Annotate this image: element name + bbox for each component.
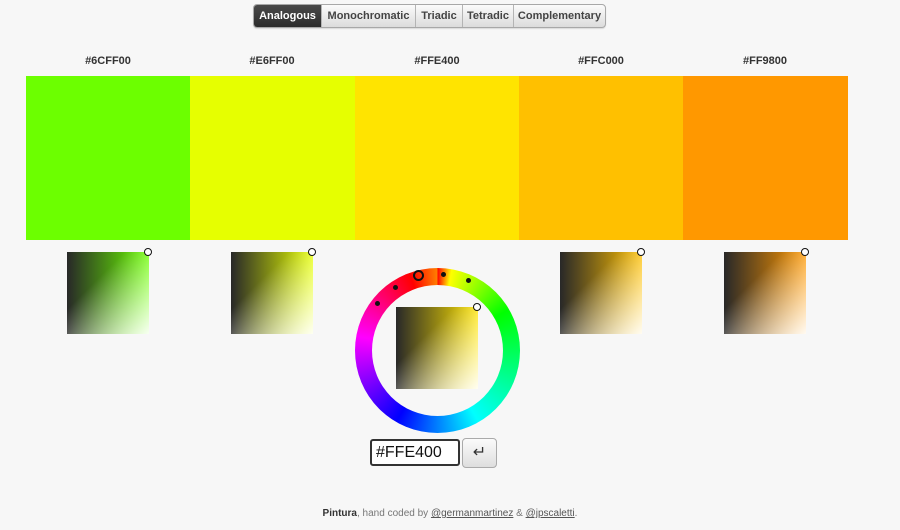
tab-tetradic[interactable]: Tetradic [462,5,513,27]
return-arrow-icon: ↵ [472,444,487,461]
brand-name: Pintura [322,508,357,519]
color-swatch-3[interactable] [355,76,520,240]
color-swatch-1[interactable] [26,76,191,240]
sv-handle-1[interactable] [144,248,152,256]
tab-complementary[interactable]: Complementary [513,5,605,27]
color-hex-label-4: #FFC000 [578,55,624,67]
hue-marker-4[interactable] [441,272,446,277]
mode-tabs: Analogous Monochromatic Triadic Tetradic… [253,4,606,28]
sv-picker-4[interactable] [560,248,645,334]
color-swatch-5[interactable] [683,76,848,240]
tab-monochromatic[interactable]: Monochromatic [321,5,415,27]
hue-marker-5[interactable] [466,278,471,283]
author-link-1[interactable]: @germanmartinez [431,508,513,519]
hex-input[interactable] [370,439,460,466]
color-swatch-4[interactable] [519,76,684,240]
color-hex-label-2: #E6FF00 [249,55,295,67]
footer-text: , hand coded by [357,508,431,519]
sv-handle-main[interactable] [473,303,481,311]
color-swatch-2[interactable] [190,76,355,240]
footer-text: . [574,508,578,519]
sv-handle-2[interactable] [308,248,316,256]
author-link-2[interactable]: @jpscaletti [526,508,575,519]
hue-marker-2[interactable] [393,285,398,290]
hue-marker-main[interactable] [413,270,424,281]
sv-picker-1[interactable] [67,248,152,334]
sv-picker-2[interactable] [231,248,316,334]
sv-picker-main[interactable] [396,303,481,389]
hue-marker-1[interactable] [375,301,380,306]
tab-analogous[interactable]: Analogous [254,5,321,27]
apply-button[interactable]: ↵ [462,438,497,468]
footer-text: & [513,508,526,519]
tab-triadic[interactable]: Triadic [415,5,462,27]
sv-handle-4[interactable] [637,248,645,256]
sv-picker-5[interactable] [724,248,809,334]
color-hex-label-5: #FF9800 [742,55,788,67]
sv-handle-5[interactable] [801,248,809,256]
footer: Pintura, hand coded by @germanmartinez &… [0,508,900,519]
color-hex-label-3: #FFE400 [414,55,460,67]
color-hex-label-1: #6CFF00 [85,55,131,67]
